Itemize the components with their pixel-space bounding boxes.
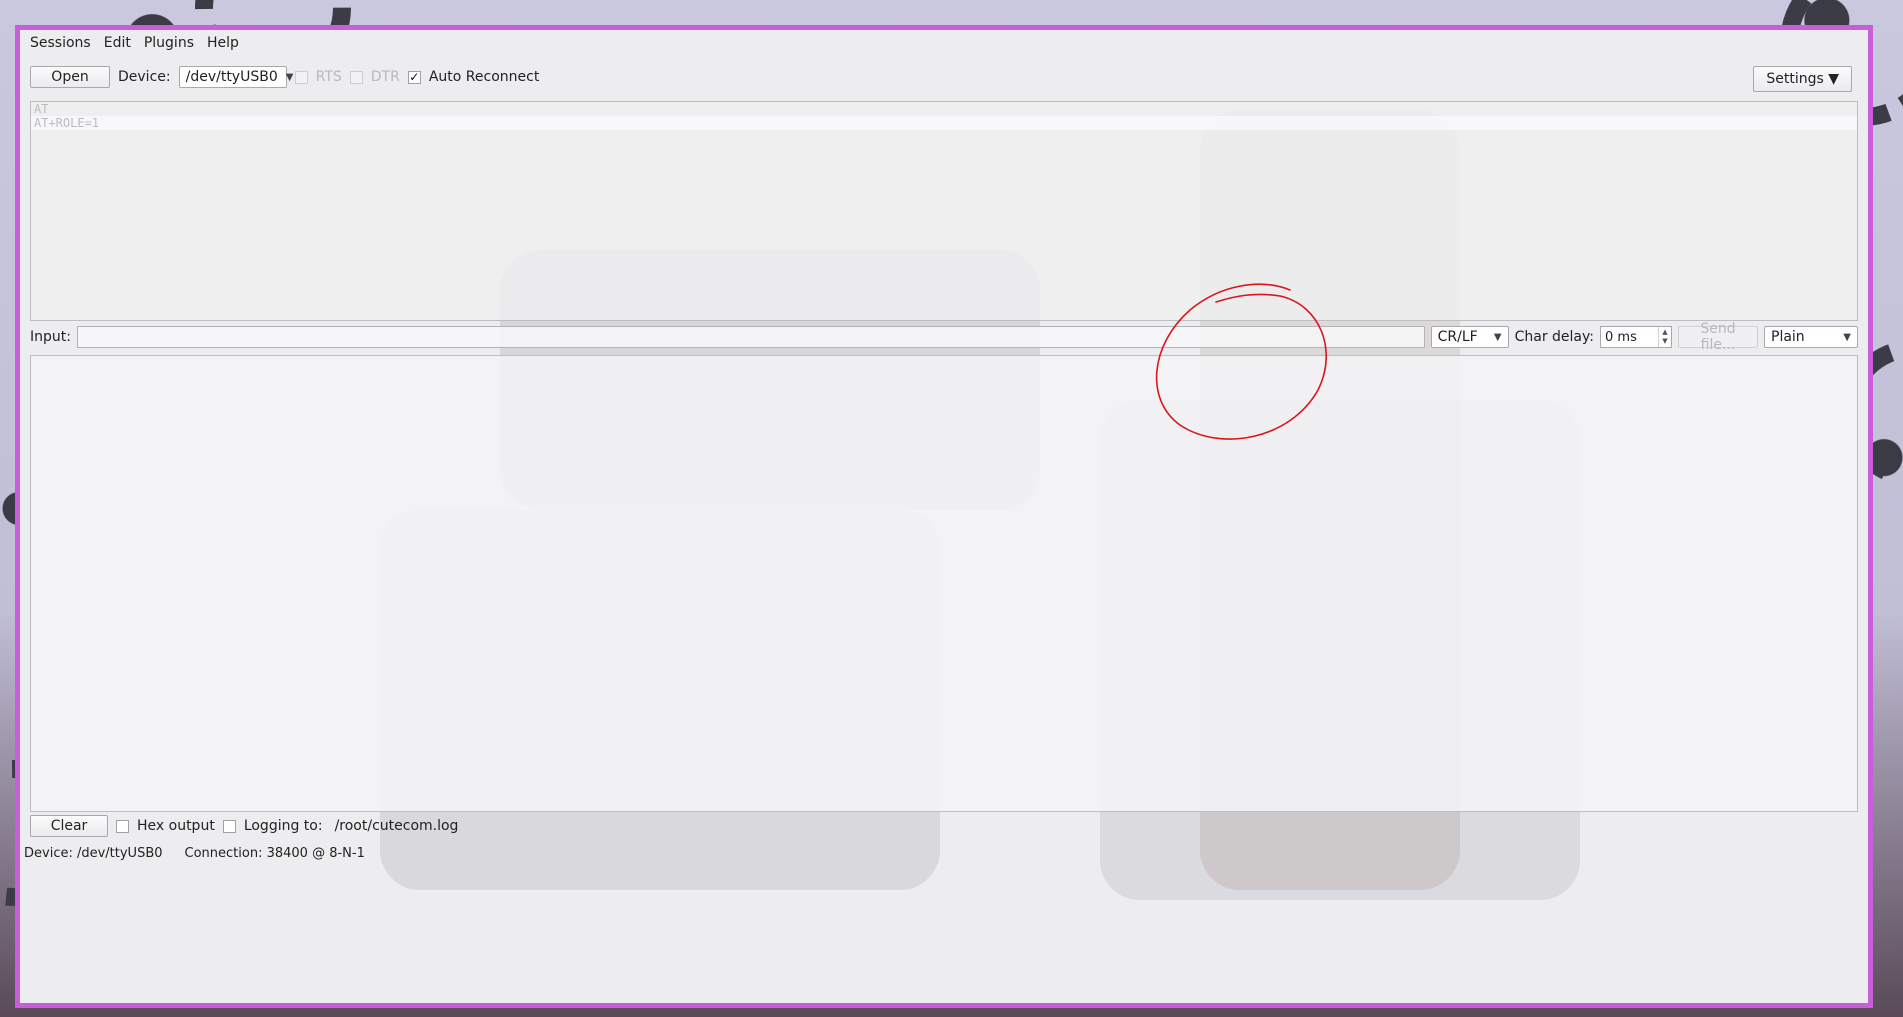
cutecom-window: Sessions Edit Plugins Help Open Device: … — [15, 25, 1873, 1008]
status-bar: Device: /dev/ttyUSB0 Connection: 38400 @… — [24, 842, 1864, 864]
line-ending-value: CR/LF — [1437, 329, 1478, 345]
format-select[interactable]: Plain ▼ — [1764, 326, 1858, 348]
menu-bar: Sessions Edit Plugins Help — [20, 30, 1868, 56]
char-delay-label: Char delay: — [1514, 329, 1594, 345]
char-delay-spinbox[interactable]: 0 ms ▲ ▼ — [1600, 326, 1672, 348]
input-row: Input: CR/LF ▼ Char delay: 0 ms ▲ ▼ Send … — [30, 321, 1858, 353]
open-button[interactable]: Open — [30, 66, 110, 88]
menu-edit[interactable]: Edit — [104, 35, 140, 51]
char-delay-value: 0 ms — [1605, 329, 1637, 345]
menu-plugins[interactable]: Plugins — [144, 35, 203, 51]
dtr-label: DTR — [370, 69, 400, 85]
connection-toolbar: Open Device: /dev/ttyUSB0 ▼ RTS DTR ✓ Au… — [30, 57, 1858, 97]
sent-history-list[interactable]: AT AT+ROLE=1 — [30, 101, 1858, 321]
history-item[interactable]: AT+ROLE=1 — [31, 116, 1857, 130]
spin-arrows-icon[interactable]: ▲ ▼ — [1658, 327, 1671, 347]
auto-reconnect-checkbox[interactable]: ✓ — [407, 70, 421, 84]
settings-button[interactable]: Settings ▼ — [1753, 66, 1852, 92]
output-controls: Clear Hex output Logging to: /root/cutec… — [30, 815, 1858, 837]
format-value: Plain — [1771, 329, 1805, 345]
output-display[interactable] — [30, 355, 1858, 812]
hex-output-label: Hex output — [137, 818, 215, 834]
logging-label: Logging to: — [243, 818, 323, 834]
menu-sessions[interactable]: Sessions — [30, 35, 100, 51]
status-connection: Connection: 38400 @ 8-N-1 — [184, 845, 365, 861]
device-label: Device: — [118, 69, 171, 85]
menu-help[interactable]: Help — [207, 35, 248, 51]
log-path: /root/cutecom.log — [334, 818, 459, 834]
status-device: Device: /dev/ttyUSB0 — [24, 845, 163, 861]
line-ending-select[interactable]: CR/LF ▼ — [1430, 326, 1509, 348]
command-input[interactable] — [76, 326, 1425, 348]
history-item[interactable]: AT — [31, 102, 1857, 116]
auto-reconnect-label: Auto Reconnect — [428, 69, 540, 85]
logging-checkbox[interactable] — [222, 819, 236, 833]
send-file-button[interactable]: Send file... — [1678, 321, 1758, 353]
clear-button[interactable]: Clear — [30, 815, 108, 837]
chevron-down-icon: ▼ — [1843, 331, 1851, 343]
device-select[interactable]: /dev/ttyUSB0 ▼ — [178, 66, 293, 88]
chevron-down-icon: ▼ — [285, 71, 294, 83]
device-select-value: /dev/ttyUSB0 — [185, 69, 278, 85]
input-label: Input: — [30, 329, 71, 345]
rts-label: RTS — [315, 69, 342, 85]
rts-checkbox[interactable] — [294, 70, 308, 84]
chevron-down-icon: ▼ — [1493, 331, 1502, 343]
hex-output-checkbox[interactable] — [116, 819, 129, 833]
dtr-checkbox[interactable] — [349, 70, 363, 84]
